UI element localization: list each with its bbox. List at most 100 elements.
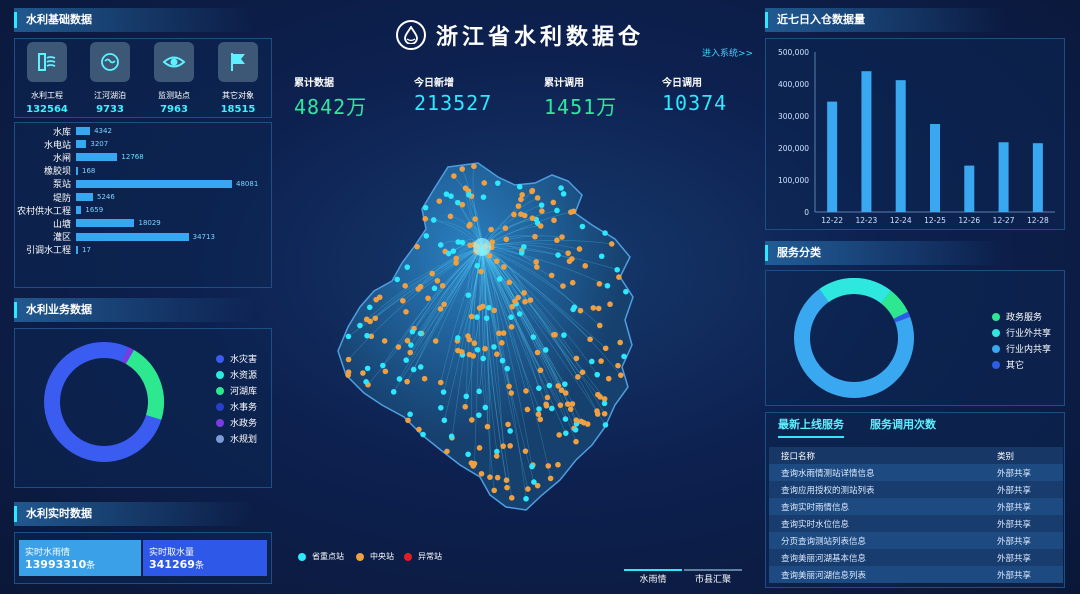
station-dot[interactable] xyxy=(551,217,557,224)
station-dot[interactable] xyxy=(438,404,444,411)
station-dot[interactable] xyxy=(587,336,593,343)
station-dot[interactable] xyxy=(403,357,409,363)
station-dot[interactable] xyxy=(602,230,608,236)
station-dot[interactable] xyxy=(507,428,513,434)
station-dot[interactable] xyxy=(590,305,597,311)
station-dot[interactable] xyxy=(422,216,429,222)
station-dot[interactable] xyxy=(441,301,447,308)
station-dot[interactable] xyxy=(623,288,629,295)
station-dot[interactable] xyxy=(439,282,446,289)
station-dot[interactable] xyxy=(407,411,413,418)
station-dot[interactable] xyxy=(466,223,472,229)
station-dot[interactable] xyxy=(496,276,503,282)
table-row[interactable]: 查询水雨情测站详情信息 外部共享 xyxy=(769,464,1063,481)
station-dot[interactable] xyxy=(615,362,621,369)
icon-card-stations[interactable]: 监测站点 7963 xyxy=(148,42,200,115)
station-dot[interactable] xyxy=(560,191,567,197)
station-dot[interactable] xyxy=(529,463,535,470)
station-dot[interactable] xyxy=(443,191,450,197)
station-dot[interactable] xyxy=(570,306,576,313)
station-dot[interactable] xyxy=(555,383,562,389)
station-dot[interactable] xyxy=(581,419,587,426)
station-dot[interactable] xyxy=(576,246,583,252)
station-dot[interactable] xyxy=(471,163,477,170)
station-dot[interactable] xyxy=(345,372,351,378)
station-dot[interactable] xyxy=(527,297,534,303)
station-dot[interactable] xyxy=(534,264,540,270)
station-dot[interactable] xyxy=(602,422,609,428)
station-dot[interactable] xyxy=(562,381,568,387)
station-dot[interactable] xyxy=(494,351,500,357)
station-dot[interactable] xyxy=(345,356,352,363)
station-dot[interactable] xyxy=(523,388,529,394)
station-dot[interactable] xyxy=(621,353,627,360)
station-dot[interactable] xyxy=(537,416,544,423)
station-dot[interactable] xyxy=(451,173,457,179)
station-dot[interactable] xyxy=(476,445,483,451)
station-dot[interactable] xyxy=(601,400,608,407)
tab-city-county[interactable]: 市县汇聚 xyxy=(684,569,742,585)
station-dot[interactable] xyxy=(486,304,492,311)
station-dot[interactable] xyxy=(518,211,524,217)
station-dot[interactable] xyxy=(595,305,602,312)
station-dot[interactable] xyxy=(479,303,486,310)
station-dot[interactable] xyxy=(404,378,410,385)
station-dot[interactable] xyxy=(494,180,501,186)
chart-bar[interactable] xyxy=(998,142,1009,212)
station-dot[interactable] xyxy=(417,330,424,337)
station-dot[interactable] xyxy=(538,202,545,208)
station-dot[interactable] xyxy=(516,183,523,190)
table-row[interactable]: 分页查询测站列表信息 外部共享 xyxy=(769,532,1063,549)
station-dot[interactable] xyxy=(476,412,482,418)
chart-bar[interactable] xyxy=(930,124,940,212)
station-dot[interactable] xyxy=(554,207,560,214)
station-dot[interactable] xyxy=(506,383,512,390)
station-dot[interactable] xyxy=(360,370,366,376)
station-dot[interactable] xyxy=(441,417,448,424)
chart-bar[interactable] xyxy=(1032,143,1043,212)
station-dot[interactable] xyxy=(474,346,481,353)
station-dot[interactable] xyxy=(503,477,510,484)
station-dot[interactable] xyxy=(570,208,577,215)
station-dot[interactable] xyxy=(425,295,431,302)
station-dot[interactable] xyxy=(608,241,615,247)
station-dot[interactable] xyxy=(579,369,586,376)
station-dot[interactable] xyxy=(521,243,527,250)
station-dot[interactable] xyxy=(515,203,522,209)
station-dot[interactable] xyxy=(521,290,527,296)
station-dot[interactable] xyxy=(534,349,541,356)
station-dot[interactable] xyxy=(417,283,424,290)
table-row[interactable]: 查询美丽河湖信息列表 外部共享 xyxy=(769,566,1063,583)
station-dot[interactable] xyxy=(534,195,541,201)
station-dot[interactable] xyxy=(508,314,514,320)
station-dot[interactable] xyxy=(607,301,613,308)
station-dot[interactable] xyxy=(547,475,554,482)
station-dot[interactable] xyxy=(499,340,505,346)
station-dot[interactable] xyxy=(554,237,560,244)
station-dot[interactable] xyxy=(409,328,416,335)
station-dot[interactable] xyxy=(429,270,436,277)
station-dot[interactable] xyxy=(484,423,491,430)
station-dot[interactable] xyxy=(366,304,373,311)
station-dot[interactable] xyxy=(503,236,510,243)
station-dot[interactable] xyxy=(472,216,478,222)
station-dot[interactable] xyxy=(493,258,500,265)
station-dot[interactable] xyxy=(588,358,595,365)
station-dot[interactable] xyxy=(459,239,466,246)
station-dot[interactable] xyxy=(536,406,542,412)
station-dot[interactable] xyxy=(364,365,371,372)
station-dot[interactable] xyxy=(403,309,409,315)
table-row[interactable]: 查询应用授权的测站列表 外部共享 xyxy=(769,481,1063,498)
station-dot[interactable] xyxy=(596,322,603,329)
station-dot[interactable] xyxy=(455,347,461,354)
station-dot[interactable] xyxy=(515,294,521,301)
station-dot[interactable] xyxy=(357,322,363,329)
station-dot[interactable] xyxy=(614,266,620,273)
station-dot[interactable] xyxy=(534,482,541,489)
station-dot[interactable] xyxy=(410,366,417,373)
station-dot[interactable] xyxy=(404,264,411,270)
station-dot[interactable] xyxy=(471,340,478,347)
table-row[interactable]: 查询美丽河湖基本信息 外部共享 xyxy=(769,549,1063,566)
station-dot[interactable] xyxy=(364,332,370,339)
station-dot[interactable] xyxy=(345,333,352,340)
